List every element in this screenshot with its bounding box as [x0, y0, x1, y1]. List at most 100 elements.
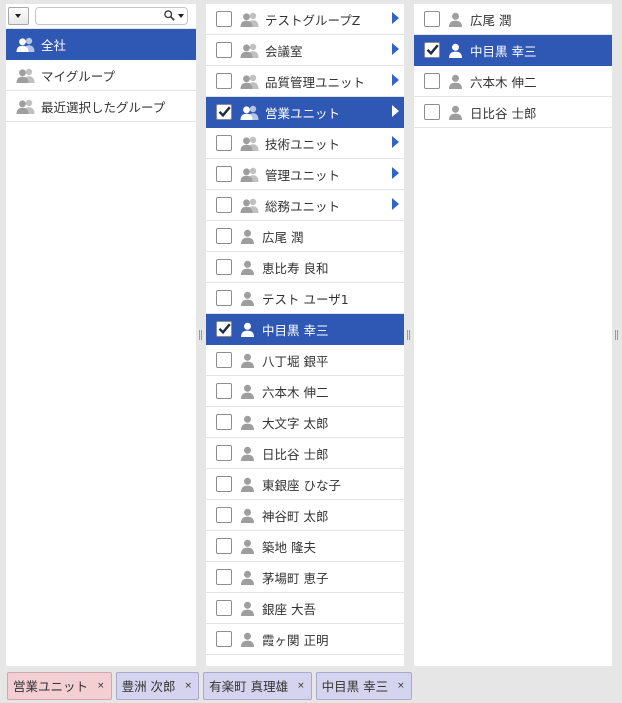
group-row[interactable]: 管理ユニット — [206, 159, 404, 190]
search-icon[interactable] — [164, 10, 175, 21]
user-row[interactable]: 八丁堀 銀平 — [206, 345, 404, 376]
selected-tag: 営業ユニット × — [7, 671, 112, 700]
expand-arrow-icon[interactable] — [392, 12, 399, 24]
pane-splitter-1[interactable] — [198, 330, 204, 340]
checkbox[interactable] — [216, 42, 232, 58]
user-row[interactable]: 広尾 潤 — [206, 221, 404, 252]
checkbox[interactable] — [216, 259, 232, 275]
user-row[interactable]: 恵比寿 良和 — [206, 252, 404, 283]
user-row[interactable]: テスト ユーザ1 — [206, 283, 404, 314]
checkbox[interactable] — [216, 135, 232, 151]
selected-tag: 中目黒 幸三 × — [315, 671, 412, 700]
checkbox[interactable] — [216, 414, 232, 430]
group-row[interactable]: 品質管理ユニット — [206, 66, 404, 97]
category-item[interactable]: マイグループ — [6, 60, 196, 91]
user-row[interactable]: 茅場町 恵子 — [206, 562, 404, 593]
checkbox[interactable] — [216, 11, 232, 27]
group-icon — [16, 99, 35, 114]
expand-arrow-icon[interactable] — [392, 105, 399, 117]
checkbox[interactable] — [424, 73, 440, 89]
checkbox[interactable] — [216, 197, 232, 213]
row-label: マイグループ — [41, 68, 116, 84]
user-row[interactable]: 神谷町 太郎 — [206, 500, 404, 531]
pane-splitter-2[interactable] — [406, 330, 412, 340]
checkbox[interactable] — [216, 445, 232, 461]
user-row[interactable]: 日比谷 士郎 — [414, 97, 612, 128]
remove-tag-icon[interactable]: × — [97, 681, 105, 691]
sub-member-list: 広尾 潤中目黒 幸三 六本木 伸二日比谷 士郎 — [414, 4, 612, 128]
checkbox[interactable] — [216, 290, 232, 306]
row-label: 日比谷 士郎 — [470, 105, 537, 121]
category-item[interactable]: 最近選択したグループ — [6, 91, 196, 122]
expand-arrow-icon[interactable] — [392, 43, 399, 55]
user-icon — [241, 477, 254, 492]
checkbox[interactable] — [216, 321, 232, 337]
checkbox[interactable] — [424, 42, 440, 58]
checkbox[interactable] — [216, 631, 232, 647]
checkbox[interactable] — [216, 569, 232, 585]
checkbox[interactable] — [216, 104, 232, 120]
expand-arrow-icon[interactable] — [392, 198, 399, 210]
checkbox[interactable] — [216, 507, 232, 523]
row-label: 霞ヶ関 正明 — [262, 632, 329, 648]
remove-tag-icon[interactable]: × — [297, 681, 305, 691]
row-label: 最近選択したグループ — [41, 99, 166, 115]
user-row[interactable]: 銀座 大吾 — [206, 593, 404, 624]
member-list: テストグループZ 会議室 品質管理ユニット営業ユニット技術ユニット 管理ユニット 総務ユ… — [206, 4, 404, 655]
user-icon — [241, 353, 254, 368]
checkbox[interactable] — [216, 538, 232, 554]
row-label: 東銀座 ひな子 — [262, 477, 341, 493]
checkbox[interactable] — [216, 352, 232, 368]
row-label: テスト ユーザ1 — [262, 291, 349, 307]
remove-tag-icon[interactable]: × — [185, 681, 193, 691]
checkbox[interactable] — [216, 73, 232, 89]
tag-label: 有楽町 真理雄 — [209, 679, 289, 694]
member-list-pane: テストグループZ 会議室 品質管理ユニット営業ユニット技術ユニット 管理ユニット 総務ユ… — [206, 4, 404, 666]
group-row[interactable]: 技術ユニット — [206, 128, 404, 159]
selected-tag: 有楽町 真理雄 × — [203, 671, 312, 700]
sub-member-list-pane: 広尾 潤中目黒 幸三 六本木 伸二日比谷 士郎 — [414, 4, 612, 666]
user-row[interactable]: 大文字 太郎 — [206, 407, 404, 438]
row-label: 恵比寿 良和 — [262, 260, 329, 276]
category-item[interactable]: 全社 — [6, 29, 196, 60]
checkbox[interactable] — [216, 600, 232, 616]
search-options-caret-icon[interactable] — [178, 14, 184, 18]
user-row[interactable]: 築地 隆夫 — [206, 531, 404, 562]
group-row[interactable]: テストグループZ — [206, 4, 404, 35]
expand-arrow-icon[interactable] — [392, 167, 399, 179]
checkbox[interactable] — [216, 476, 232, 492]
group-row[interactable]: 総務ユニット — [206, 190, 404, 221]
remove-tag-icon[interactable]: × — [397, 681, 405, 691]
user-row[interactable]: 六本木 伸二 — [414, 66, 612, 97]
user-icon — [241, 322, 254, 337]
checkbox[interactable] — [216, 383, 232, 399]
user-icon — [241, 539, 254, 554]
group-icon — [240, 136, 259, 151]
user-row[interactable]: 霞ヶ関 正明 — [206, 624, 404, 655]
checkbox[interactable] — [424, 104, 440, 120]
user-icon — [449, 105, 462, 120]
user-row[interactable]: 中目黒 幸三 — [414, 35, 612, 66]
user-row[interactable]: 六本木 伸二 — [206, 376, 404, 407]
group-row[interactable]: 営業ユニット — [206, 97, 404, 128]
row-label: 神谷町 太郎 — [262, 508, 329, 524]
row-label: 営業ユニット — [265, 105, 341, 121]
group-row[interactable]: 会議室 — [206, 35, 404, 66]
category-dropdown-button[interactable] — [8, 7, 29, 25]
checkbox[interactable] — [216, 228, 232, 244]
tag-label: 中目黒 幸三 — [321, 679, 389, 694]
user-icon — [449, 12, 462, 27]
expand-arrow-icon[interactable] — [392, 136, 399, 148]
expand-arrow-icon[interactable] — [392, 74, 399, 86]
checkbox[interactable] — [216, 166, 232, 182]
user-row[interactable]: 日比谷 士郎 — [206, 438, 404, 469]
pane-splitter-3[interactable] — [614, 330, 620, 340]
search-input[interactable] — [36, 8, 162, 24]
user-row[interactable]: 東銀座 ひな子 — [206, 469, 404, 500]
user-row[interactable]: 中目黒 幸三 — [206, 314, 404, 345]
user-group-picker: 全社マイグループ最近選択したグループ テストグループZ 会議室 品質管理ユニット営業… — [0, 0, 622, 703]
user-row[interactable]: 広尾 潤 — [414, 4, 612, 35]
group-icon — [16, 37, 35, 52]
user-icon — [241, 570, 254, 585]
checkbox[interactable] — [424, 11, 440, 27]
